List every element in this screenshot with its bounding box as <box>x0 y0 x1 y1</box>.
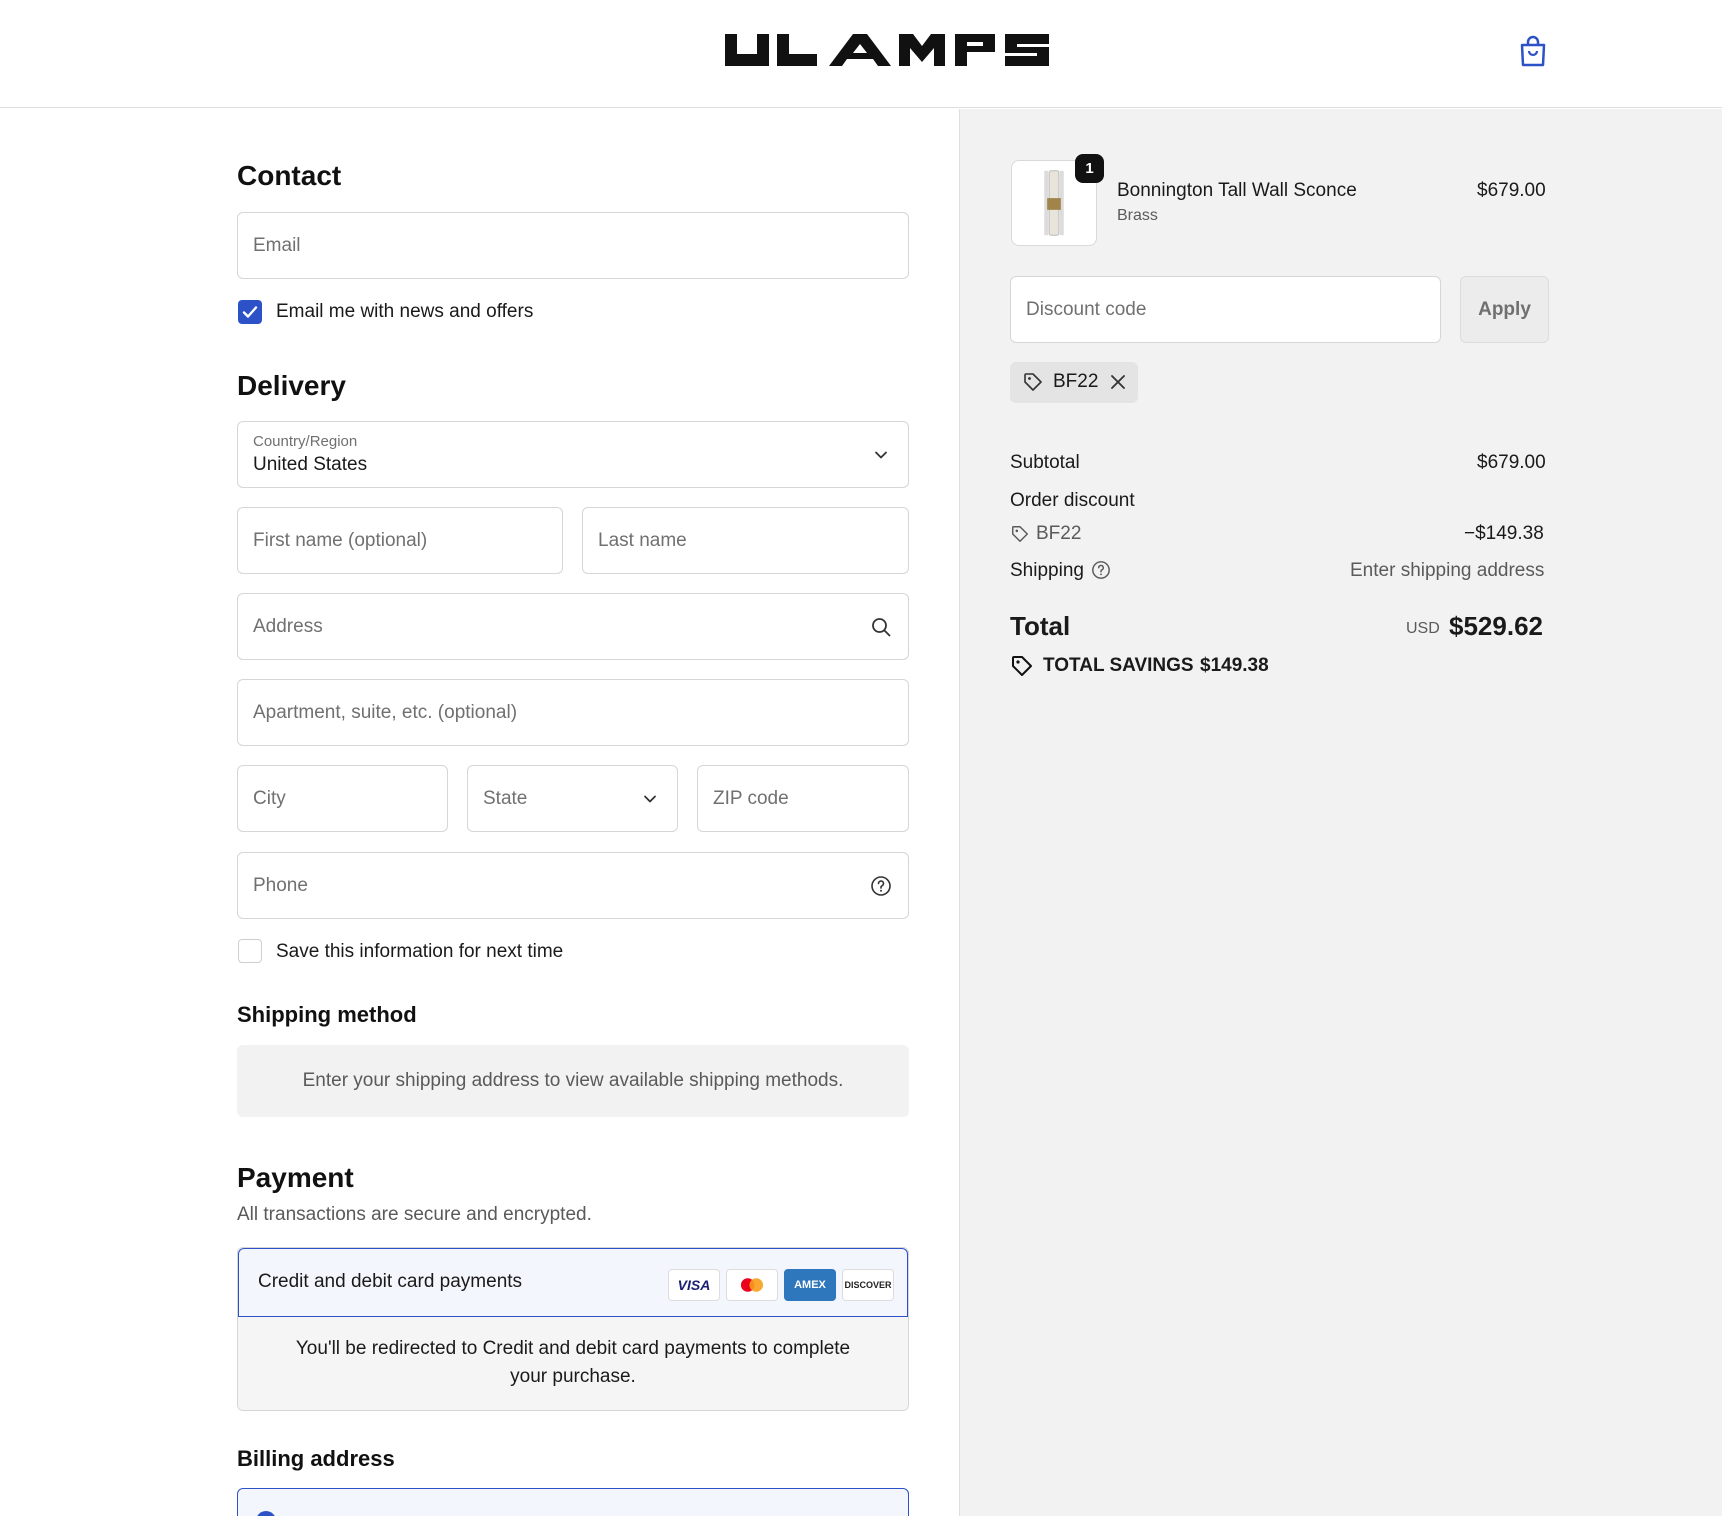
shipping-value: Enter shipping address <box>1350 560 1545 581</box>
save-info-label: Save this information for next time <box>276 941 564 962</box>
first-name-field[interactable]: First name (optional) <box>237 507 563 574</box>
tag-icon <box>1024 373 1042 391</box>
zip-placeholder: ZIP code <box>713 787 789 809</box>
shopping-bag-icon[interactable] <box>1518 34 1548 68</box>
payment-option-label: Credit and debit card payments <box>258 1271 523 1292</box>
close-icon[interactable] <box>1108 372 1128 392</box>
discount-code-placeholder: Discount code <box>1026 298 1147 320</box>
brand-logo[interactable] <box>725 30 1067 70</box>
state-placeholder: State <box>483 787 528 809</box>
visa-icon: VISA <box>668 1269 720 1301</box>
subtotal-label: Subtotal <box>1010 452 1080 473</box>
currency-label: USD <box>1406 620 1440 637</box>
product-price: $679.00 <box>1477 180 1546 201</box>
savings-tag-icon <box>1012 656 1032 676</box>
apartment-field[interactable]: Apartment, suite, etc. (optional) <box>237 679 909 746</box>
country-label: Country/Region <box>253 433 358 450</box>
discount-code-label: BF22 <box>1036 523 1082 544</box>
country-value: United States <box>253 454 368 475</box>
savings-label: TOTAL SAVINGS <box>1043 655 1194 676</box>
address-field[interactable]: Address <box>237 593 909 660</box>
newsletter-label: Email me with news and offers <box>276 301 534 322</box>
applied-discount-chip: BF22 <box>1010 362 1138 403</box>
phone-placeholder: Phone <box>253 874 308 896</box>
site-header <box>0 0 1722 108</box>
discover-label: DISCOVER <box>844 1280 892 1290</box>
chevron-down-icon <box>644 795 656 802</box>
phone-field[interactable]: Phone <box>237 852 909 919</box>
city-placeholder: City <box>253 787 286 809</box>
last-name-field[interactable]: Last name <box>582 507 909 574</box>
total-value: $529.62 <box>1449 611 1543 641</box>
country-select[interactable]: Country/Region United States <box>237 421 909 488</box>
subtotal-value: $679.00 <box>1477 452 1546 473</box>
check-icon <box>242 306 258 318</box>
discount-code-field[interactable]: Discount code <box>1010 276 1441 343</box>
delivery-heading: Delivery <box>237 370 346 401</box>
tag-icon <box>1012 526 1028 542</box>
payment-option-card[interactable]: Credit and debit card payments VISA AMEX… <box>238 1248 908 1317</box>
shipping-label: Shipping <box>1010 560 1084 581</box>
newsletter-checkbox[interactable] <box>238 300 262 324</box>
save-info-checkbox[interactable] <box>238 939 262 963</box>
zip-field[interactable]: ZIP code <box>697 765 909 832</box>
payment-heading: Payment <box>237 1162 354 1193</box>
shipping-method-notice: Enter your shipping address to view avai… <box>237 1045 909 1117</box>
discover-icon: DISCOVER <box>842 1269 894 1301</box>
product-name: Bonnington Tall Wall Sconce <box>1117 180 1357 201</box>
last-name-placeholder: Last name <box>598 529 687 551</box>
product-variant: Brass <box>1117 207 1158 224</box>
mastercard-circles <box>740 1278 764 1292</box>
city-field[interactable]: City <box>237 765 448 832</box>
email-placeholder: Email <box>253 234 301 256</box>
apartment-placeholder: Apartment, suite, etc. (optional) <box>253 701 518 723</box>
search-icon <box>872 617 891 636</box>
payment-redirect-text: You'll be redirected to Credit and debit… <box>238 1317 908 1410</box>
mastercard-icon <box>726 1269 778 1301</box>
order-discount-label: Order discount <box>1010 490 1135 511</box>
amex-label: AMEX <box>794 1279 826 1291</box>
visa-label: VISA <box>677 1277 711 1293</box>
email-field[interactable]: Email <box>237 212 909 279</box>
help-circle-icon[interactable] <box>870 875 892 897</box>
quantity-badge: 1 <box>1075 154 1104 183</box>
shipping-method-heading: Shipping method <box>237 1002 417 1027</box>
billing-heading: Billing address <box>237 1446 395 1471</box>
apply-button[interactable]: Apply <box>1460 276 1549 343</box>
contact-heading: Contact <box>237 160 342 191</box>
savings-value: $149.38 <box>1200 655 1269 676</box>
payment-option-box: Credit and debit card payments VISA AMEX… <box>237 1247 909 1411</box>
help-circle-icon[interactable] <box>1091 560 1111 580</box>
billing-option[interactable] <box>237 1488 909 1516</box>
total-label: Total <box>1010 611 1071 641</box>
first-name-placeholder: First name (optional) <box>253 529 428 551</box>
chevron-down-icon <box>875 451 887 458</box>
payment-subtitle: All transactions are secure and encrypte… <box>237 1204 592 1225</box>
discount-value: −$149.38 <box>1464 523 1544 544</box>
applied-code-label: BF22 <box>1053 371 1099 392</box>
billing-radio[interactable] <box>256 1511 276 1516</box>
amex-icon: AMEX <box>784 1269 836 1301</box>
address-placeholder: Address <box>253 615 323 637</box>
state-select[interactable]: State <box>467 765 678 832</box>
